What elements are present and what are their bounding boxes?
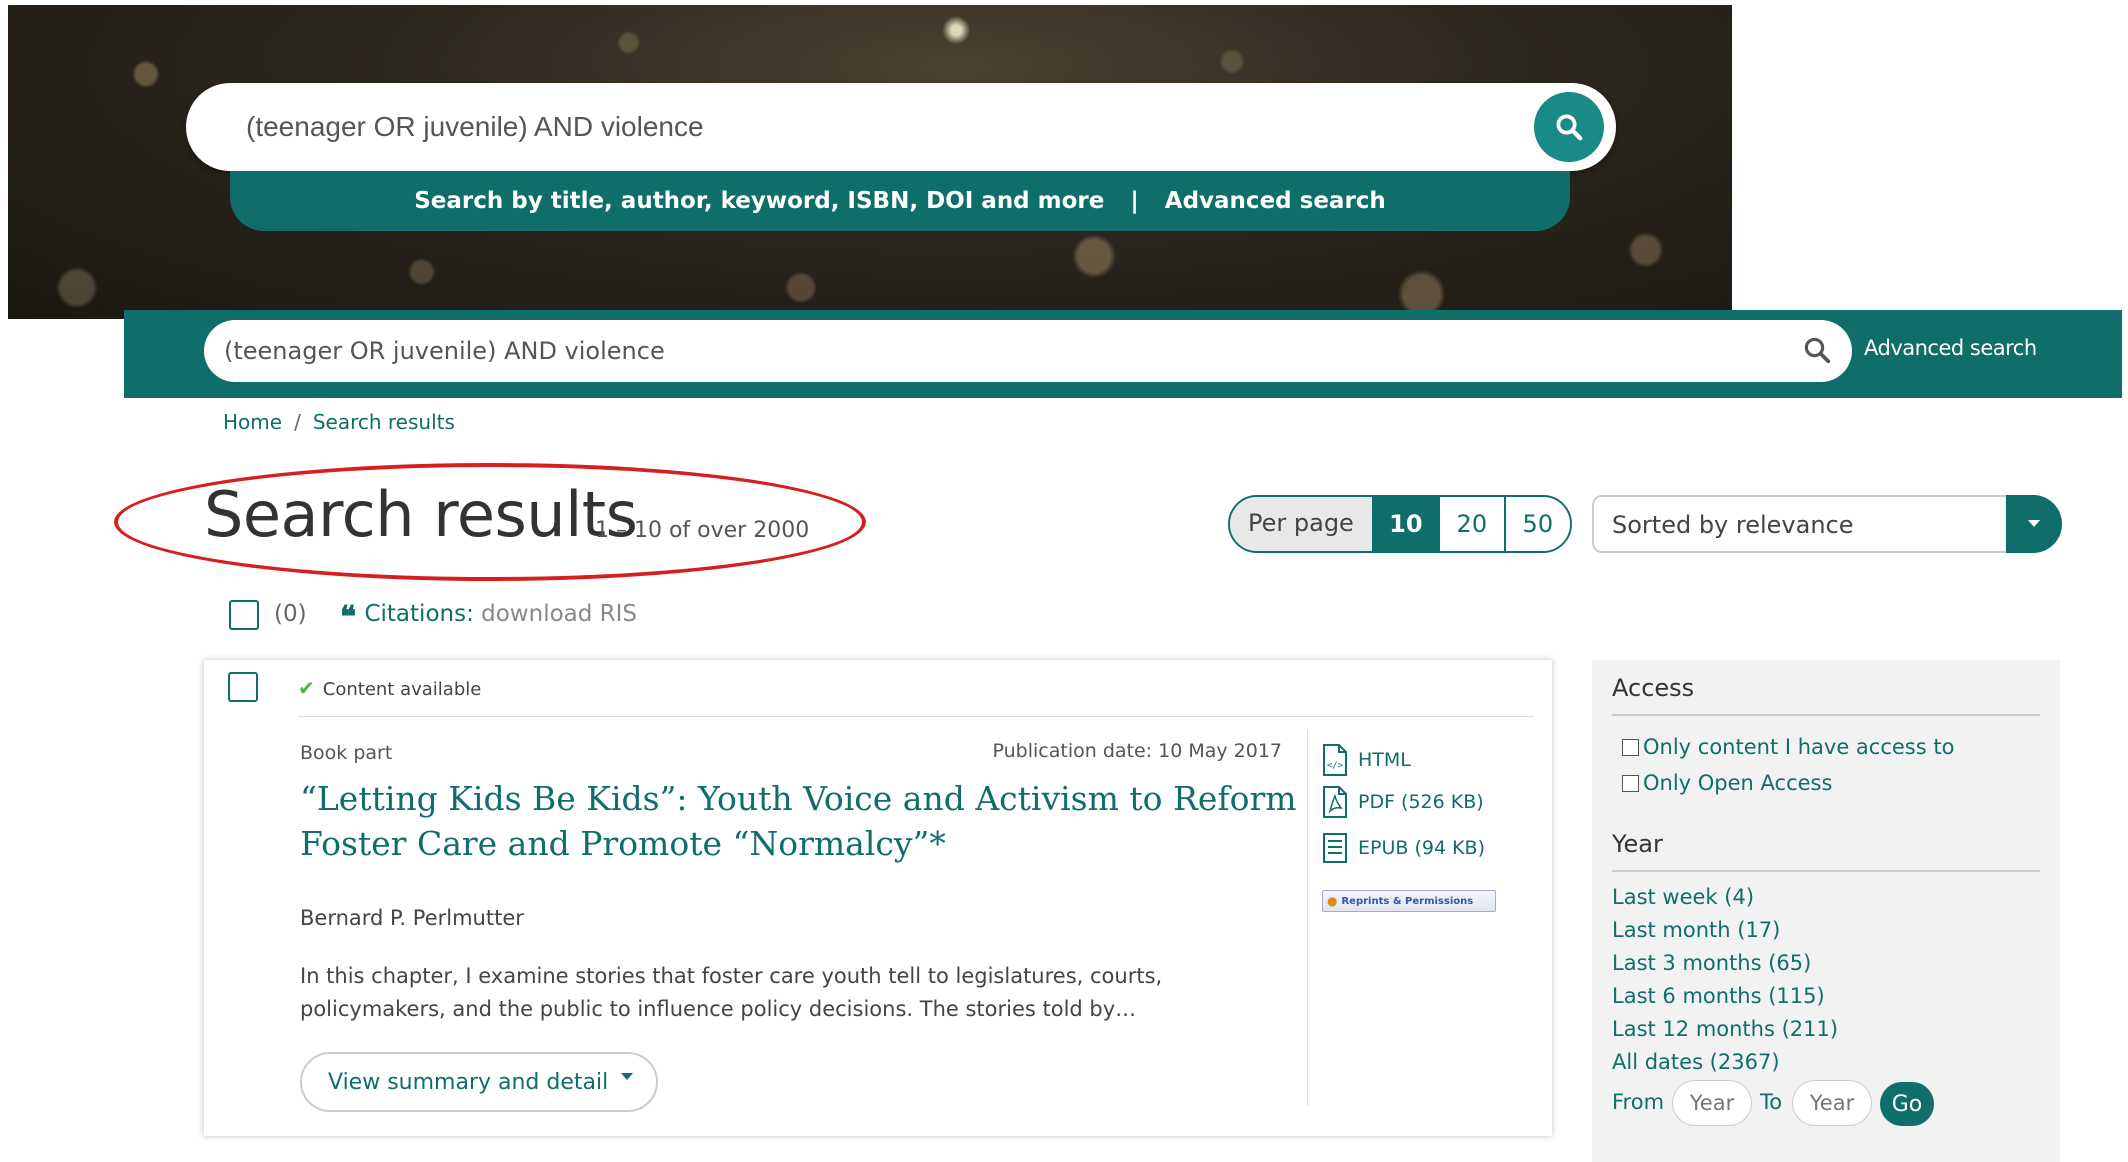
search-hint-text: Search by title, author, keyword, ISBN, … xyxy=(414,188,1105,214)
filter-only-accessible[interactable]: Only content I have access to xyxy=(1622,735,1954,759)
year-filter-last-month[interactable]: Last month (17) xyxy=(1612,918,1780,942)
per-page-selector: Per page 10 20 50 xyxy=(1228,495,1572,553)
result-select-checkbox[interactable] xyxy=(228,672,258,702)
divider xyxy=(1307,730,1308,1106)
year-filter-last-week[interactable]: Last week (4) xyxy=(1612,885,1754,909)
filter-only-open-access[interactable]: Only Open Access xyxy=(1622,771,1832,795)
breadcrumb-separator: / xyxy=(294,410,301,434)
year-from-input[interactable] xyxy=(1672,1080,1752,1126)
selected-count: (0) xyxy=(274,601,307,627)
svg-text:</>: </> xyxy=(1327,761,1344,771)
year-to-input[interactable] xyxy=(1792,1080,1872,1126)
header-search-bar: Advanced search xyxy=(124,310,2122,398)
divider xyxy=(298,716,1534,717)
reprints-icon: ● xyxy=(1327,894,1338,908)
checkbox[interactable] xyxy=(1622,738,1639,756)
header-search-box xyxy=(204,320,1852,382)
year-from-label: From xyxy=(1612,1090,1665,1114)
per-page-option-10[interactable]: 10 xyxy=(1371,497,1438,551)
year-go-button[interactable]: Go xyxy=(1880,1082,1934,1126)
divider xyxy=(1612,870,2040,872)
year-filter-last-6-months[interactable]: Last 6 months (115) xyxy=(1612,984,1825,1008)
per-page-option-20[interactable]: 20 xyxy=(1437,497,1504,551)
pdf-file-icon xyxy=(1323,786,1347,818)
hero-search-box xyxy=(186,83,1616,171)
result-title-link[interactable]: “Letting Kids Be Kids”: Youth Voice and … xyxy=(300,776,1300,866)
html-file-icon: </> xyxy=(1323,744,1347,776)
content-available-status: ✔ Content available xyxy=(298,676,481,700)
hero-banner: Search by title, author, keyword, ISBN, … xyxy=(8,5,1732,319)
sort-dropdown-toggle[interactable] xyxy=(2006,495,2062,553)
select-all-checkbox[interactable] xyxy=(229,600,259,630)
per-page-option-50[interactable]: 50 xyxy=(1503,497,1570,551)
html-format-label: HTML xyxy=(1358,749,1411,771)
item-type: Book part xyxy=(300,742,393,764)
search-icon xyxy=(1556,114,1583,141)
hero-search-button[interactable] xyxy=(1534,92,1604,162)
hero-search-input[interactable] xyxy=(246,105,1446,149)
checkbox[interactable] xyxy=(1622,774,1639,792)
sort-dropdown[interactable]: Sorted by relevance xyxy=(1592,495,2062,553)
citations-label: Citations: xyxy=(364,601,474,627)
separator: | xyxy=(1130,188,1139,214)
pdf-format-label: PDF (526 KB) xyxy=(1358,791,1484,813)
caret-down-icon xyxy=(2028,520,2040,527)
result-abstract: In this chapter, I examine stories that … xyxy=(300,964,1163,1021)
year-filter-last-12-months[interactable]: Last 12 months (211) xyxy=(1612,1017,1838,1041)
year-filter-all-dates[interactable]: All dates (2367) xyxy=(1612,1050,1780,1074)
caret-down-icon xyxy=(621,1073,633,1080)
filter-only-open-access-label: Only Open Access xyxy=(1643,771,1833,795)
highlight-annotation-ellipse xyxy=(114,463,866,581)
checkmark-icon: ✔ xyxy=(298,676,315,700)
epub-format-link[interactable]: EPUB (94 KB) xyxy=(1322,832,1485,864)
quote-icon: ❝ xyxy=(340,600,356,635)
html-format-link[interactable]: </> HTML xyxy=(1322,744,1411,776)
access-heading: Access xyxy=(1612,674,1695,702)
per-page-label: Per page xyxy=(1230,497,1372,551)
reprints-permissions-button[interactable]: ● Reprints & Permissions xyxy=(1322,890,1496,912)
epub-file-icon xyxy=(1323,833,1347,863)
view-summary-label: View summary and detail xyxy=(328,1069,609,1095)
result-card: ✔ Content available Book part Publication… xyxy=(204,660,1552,1136)
hero-advanced-search-link[interactable]: Advanced search xyxy=(1165,188,1386,214)
citations-action: download RIS xyxy=(481,601,638,627)
breadcrumb: Home / Search results xyxy=(223,410,455,434)
breadcrumb-home-link[interactable]: Home xyxy=(223,410,282,434)
publication-date: Publication date: 10 May 2017 xyxy=(992,740,1282,762)
reprints-label: Reprints & Permissions xyxy=(1341,895,1474,907)
citations-download-link[interactable]: ❝ Citations: download RIS xyxy=(340,600,637,635)
content-available-label: Content available xyxy=(322,679,482,700)
divider xyxy=(1612,714,2040,716)
view-summary-button[interactable]: View summary and detail xyxy=(300,1052,658,1112)
year-heading: Year xyxy=(1612,830,1663,858)
filter-only-accessible-label: Only content I have access to xyxy=(1643,735,1955,759)
hero-search-hint-bar: Search by title, author, keyword, ISBN, … xyxy=(230,171,1570,231)
search-icon[interactable] xyxy=(1802,335,1832,365)
pdf-format-link[interactable]: PDF (526 KB) xyxy=(1322,786,1484,818)
epub-format-label: EPUB (94 KB) xyxy=(1358,837,1485,859)
year-filter-last-3-months[interactable]: Last 3 months (65) xyxy=(1612,951,1811,975)
year-to-label: To xyxy=(1760,1090,1783,1114)
header-search-input[interactable] xyxy=(224,332,1754,370)
sort-dropdown-value: Sorted by relevance xyxy=(1612,511,1854,539)
result-author: Bernard P. Perlmutter xyxy=(300,906,524,930)
header-advanced-search-link[interactable]: Advanced search xyxy=(1864,336,2037,360)
breadcrumb-current-link[interactable]: Search results xyxy=(313,410,455,434)
